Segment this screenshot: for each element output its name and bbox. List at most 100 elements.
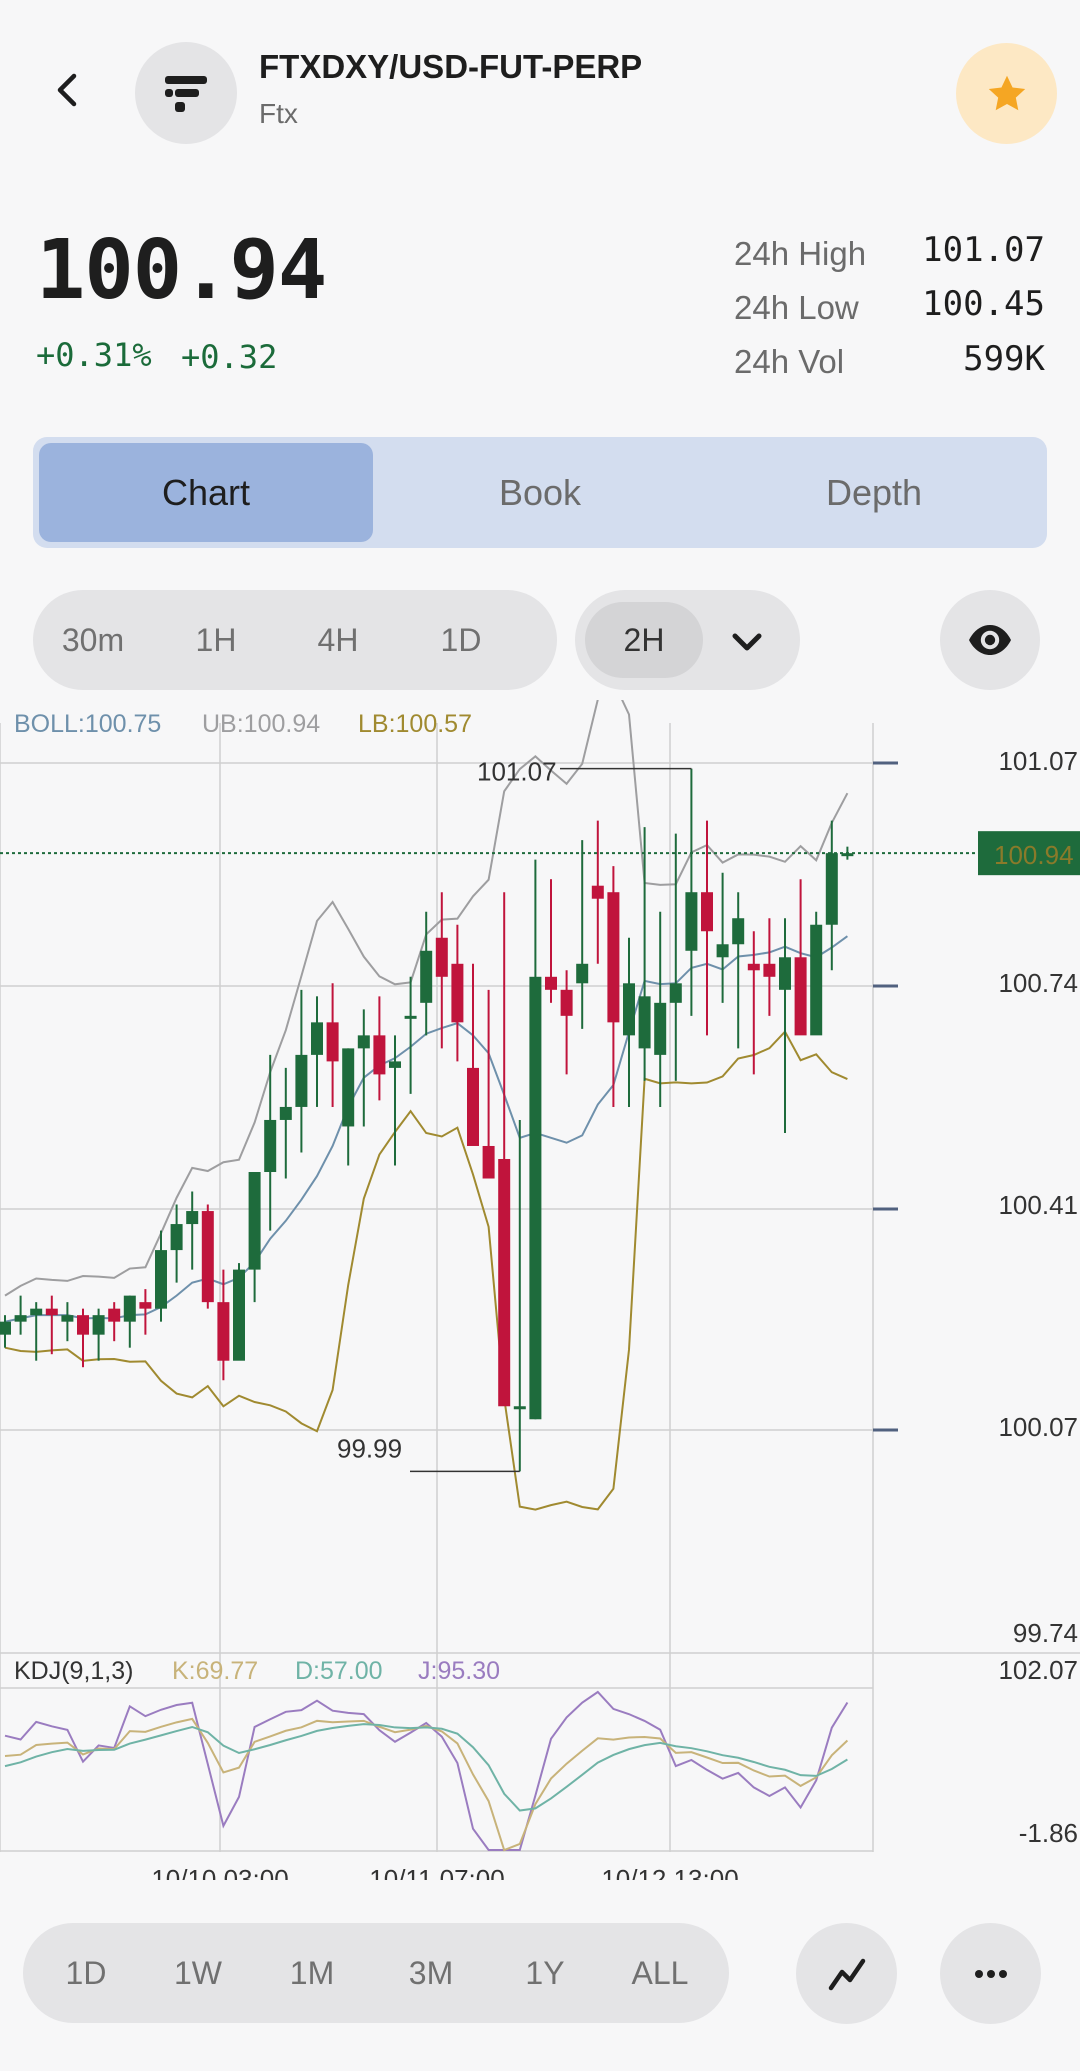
timeframe-4h[interactable]: 4H bbox=[288, 590, 388, 690]
candle-body bbox=[295, 1054, 308, 1107]
candle-body bbox=[638, 996, 651, 1049]
candle-body bbox=[61, 1315, 74, 1322]
range-1d[interactable]: 1D bbox=[51, 1923, 121, 2023]
stat-label-high: 24h High bbox=[734, 235, 867, 272]
chevron-down-icon bbox=[732, 633, 762, 651]
stat-label-volume: 24h Vol bbox=[734, 343, 845, 380]
candle-body bbox=[342, 1048, 355, 1127]
candle-body bbox=[607, 892, 620, 1023]
min-price-label: 99.99 bbox=[337, 1433, 402, 1463]
candle-body bbox=[279, 1106, 292, 1120]
candle-body bbox=[139, 1302, 152, 1309]
candle-body bbox=[451, 963, 464, 1023]
candle-body bbox=[233, 1269, 245, 1361]
tab-chart[interactable]: Chart bbox=[39, 437, 373, 548]
candle-body bbox=[404, 1015, 417, 1019]
candle-body bbox=[14, 1315, 27, 1322]
chart-type-button[interactable] bbox=[796, 1923, 897, 2024]
candle-body bbox=[420, 950, 433, 1003]
candles bbox=[0, 768, 854, 1472]
kdj-j-line bbox=[4, 1690, 849, 1851]
kdj-lines bbox=[4, 1690, 849, 1852]
candle-body bbox=[217, 1302, 230, 1361]
price-chart[interactable]: 100.94 101.07 99.99 BOLL:100.75 UB:100.94 LB… bbox=[0, 700, 1080, 1880]
candle-body bbox=[576, 963, 589, 984]
candle-body bbox=[30, 1308, 43, 1316]
price-axis-label: 100.41 bbox=[998, 1190, 1078, 1220]
candle-body bbox=[591, 885, 604, 899]
candle-body bbox=[45, 1308, 58, 1316]
candle-body bbox=[0, 1321, 11, 1335]
boll-mid-label: BOLL:100.75 bbox=[14, 710, 161, 738]
current-price-tag-label: 100.94 bbox=[994, 840, 1074, 870]
candle-body bbox=[389, 1061, 401, 1068]
tab-depth[interactable]: Depth bbox=[707, 437, 1041, 548]
range-3m[interactable]: 3M bbox=[391, 1923, 471, 2023]
price-change-percent: +0.31% bbox=[36, 336, 152, 374]
candle-body bbox=[513, 1406, 526, 1410]
timeframe-1h[interactable]: 1H bbox=[166, 590, 266, 690]
range-group: 1D 1W 1M 3M 1Y ALL bbox=[23, 1923, 729, 2023]
candle-body bbox=[326, 1022, 339, 1062]
time-axis-label: 10/10 03:00 bbox=[151, 1864, 288, 1880]
candle-body bbox=[482, 1145, 495, 1179]
timeframe-30m[interactable]: 30m bbox=[43, 590, 143, 690]
star-icon bbox=[988, 75, 1025, 110]
candle-body bbox=[186, 1211, 199, 1225]
candle-body bbox=[108, 1308, 121, 1322]
last-price: 100.94 bbox=[36, 223, 327, 318]
bollinger-bands bbox=[4, 700, 849, 1511]
candle-body bbox=[170, 1224, 183, 1251]
timeframe-dropdown[interactable]: 2H bbox=[575, 590, 800, 690]
price-axis-label: 100.07 bbox=[998, 1412, 1078, 1442]
timeframe-1d[interactable]: 1D bbox=[411, 590, 511, 690]
price-axis-label: 101.07 bbox=[998, 746, 1078, 776]
candle-body bbox=[248, 1172, 261, 1270]
back-button[interactable] bbox=[28, 50, 108, 130]
kdj-d-label: D:57.00 bbox=[295, 1657, 383, 1685]
range-1w[interactable]: 1W bbox=[163, 1923, 233, 2023]
candle-body bbox=[92, 1315, 105, 1335]
kdj-j-label: J:95.30 bbox=[418, 1657, 500, 1685]
candle-body bbox=[435, 937, 448, 977]
stat-value-high: 101.07 bbox=[922, 230, 1045, 270]
candle-body bbox=[685, 892, 698, 951]
candle-body bbox=[794, 957, 807, 1036]
favorite-button[interactable] bbox=[956, 43, 1057, 144]
candle-body bbox=[810, 924, 823, 1036]
candle-body bbox=[123, 1295, 136, 1322]
range-all[interactable]: ALL bbox=[620, 1923, 700, 2023]
kdj-axis-min-label: -1.86 bbox=[1019, 1818, 1078, 1848]
price-axis-label: 99.74 bbox=[1013, 1618, 1078, 1648]
boll-upper-label: UB:100.94 bbox=[202, 710, 320, 738]
exchange-name: Ftx bbox=[259, 98, 298, 129]
more-button[interactable] bbox=[940, 1923, 1041, 2024]
coin-logo bbox=[135, 42, 237, 144]
candle-body bbox=[747, 963, 760, 971]
timeframe-group: 30m 1H 4H 1D bbox=[33, 590, 557, 690]
tab-book[interactable]: Book bbox=[373, 437, 707, 548]
boll-lower-label: LB:100.57 bbox=[358, 710, 472, 738]
kdj-d-line bbox=[4, 1723, 848, 1812]
symbol-title: FTXDXY/USD-FUT-PERP bbox=[259, 48, 643, 85]
range-1y[interactable]: 1Y bbox=[510, 1923, 580, 2023]
price-axis-label: 100.74 bbox=[998, 968, 1078, 998]
kdj-k-label: K:69.77 bbox=[172, 1657, 258, 1685]
stat-label-low: 24h Low bbox=[734, 289, 859, 326]
kdj-k-line bbox=[4, 1717, 849, 1852]
candle-body bbox=[545, 976, 557, 990]
candle-body bbox=[467, 1067, 479, 1146]
max-price-label: 101.07 bbox=[477, 757, 557, 787]
candle-body bbox=[779, 957, 791, 990]
range-1m[interactable]: 1M bbox=[277, 1923, 347, 2023]
candle-body bbox=[732, 918, 745, 945]
candle-body bbox=[669, 983, 682, 1003]
visibility-button[interactable] bbox=[940, 590, 1040, 690]
candle-body bbox=[264, 1119, 277, 1173]
candle-body bbox=[701, 892, 713, 932]
kdj-title-label: KDJ(9,1,3) bbox=[14, 1657, 133, 1685]
candle-body bbox=[373, 1035, 386, 1075]
candle-body bbox=[498, 1158, 511, 1407]
chevron-left-icon bbox=[57, 73, 77, 107]
more-horizontal-icon bbox=[974, 1969, 1007, 1978]
